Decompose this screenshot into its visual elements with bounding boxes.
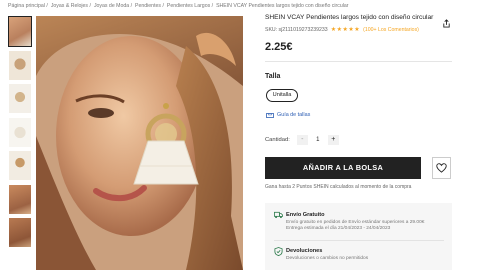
free-shipping-detail: Envío gratuito en pedidos de Envío están… bbox=[286, 220, 425, 225]
thumbnail-7[interactable] bbox=[8, 217, 32, 248]
thumbnail-1[interactable] bbox=[8, 16, 32, 47]
quantity-input[interactable]: 1 bbox=[308, 137, 328, 143]
divider bbox=[265, 61, 452, 62]
points-note: Gana hasta 2 Puntos SHEIN calculados al … bbox=[265, 184, 412, 190]
product-title: SHEIN VCAY Pendientes largos tejido con … bbox=[265, 14, 434, 21]
quantity-increase-button[interactable]: + bbox=[327, 135, 339, 145]
share-icon bbox=[443, 19, 450, 28]
ruler-icon bbox=[266, 112, 274, 118]
thumbnail-3[interactable] bbox=[8, 83, 32, 114]
returns-section: Devoluciones Devoluciones o cambios no p… bbox=[274, 247, 369, 261]
product-main-image[interactable] bbox=[36, 16, 243, 270]
thumbnail-list bbox=[8, 16, 32, 251]
rating-stars: ★★★★★ bbox=[330, 27, 361, 33]
returns-title: Devoluciones bbox=[286, 248, 323, 254]
sku-rating-row: SKU: sj2111019273239233 ★★★★★ (100+ Los … bbox=[265, 26, 455, 34]
wishlist-button[interactable] bbox=[432, 157, 451, 179]
breadcrumb-long-earrings[interactable]: Pendientes Largos bbox=[167, 3, 210, 9]
reviews-link[interactable]: (100+ Los Comentarios) bbox=[363, 27, 419, 33]
shield-check-icon bbox=[274, 247, 283, 256]
truck-icon bbox=[274, 211, 283, 219]
breadcrumb-earrings[interactable]: Pendientes bbox=[135, 3, 161, 9]
thumbnail-6[interactable] bbox=[8, 184, 32, 215]
free-shipping-section: Envío Gratuito Envío gratuito en pedidos… bbox=[274, 211, 425, 231]
estimated-delivery: Entrega estimada el día 21/04/2023 - 24/… bbox=[286, 226, 391, 231]
size-label: Talla bbox=[265, 73, 281, 80]
quantity-decrease-button[interactable]: - bbox=[296, 135, 308, 145]
quantity-label: Cantidad: bbox=[265, 137, 290, 143]
thumbnail-5[interactable] bbox=[8, 150, 32, 181]
product-info: SHEIN VCAY Pendientes largos tejido con … bbox=[265, 14, 455, 53]
size-option-unitalla[interactable]: Unitalla bbox=[266, 89, 298, 102]
free-shipping-title: Envío Gratuito bbox=[286, 212, 325, 218]
thumbnail-4[interactable] bbox=[8, 117, 32, 148]
breadcrumb-home[interactable]: Página principal bbox=[8, 3, 45, 9]
shipping-info-panel: Envío Gratuito Envío gratuito en pedidos… bbox=[265, 203, 452, 270]
product-price: 2.25€ bbox=[265, 41, 293, 53]
model-wearing-earrings-illustration bbox=[36, 16, 243, 270]
divider bbox=[274, 240, 444, 241]
heart-icon bbox=[436, 163, 447, 173]
breadcrumb-fashion-jewelry[interactable]: Joyas de Moda bbox=[94, 3, 129, 9]
add-to-bag-button[interactable]: AÑADIR A LA BOLSA bbox=[265, 157, 421, 179]
thumbnail-2[interactable] bbox=[8, 50, 32, 81]
breadcrumb-current: SHEIN VCAY Pendientes largos tejido con … bbox=[216, 3, 349, 9]
share-button[interactable] bbox=[442, 15, 451, 28]
breadcrumb: Página principal / Joyas & Relojes / Joyas… bbox=[8, 3, 349, 9]
size-guide-label: Guía de tallas bbox=[277, 112, 311, 118]
sku-text: SKU: sj2111019273239233 bbox=[265, 26, 328, 33]
breadcrumb-jewelry[interactable]: Joyas & Relojes bbox=[51, 3, 88, 9]
quantity-stepper: Cantidad: - 1 + bbox=[265, 135, 339, 145]
returns-detail: Devoluciones o cambios no permitidos bbox=[286, 256, 369, 261]
size-guide-link[interactable]: Guía de tallas bbox=[266, 112, 310, 118]
